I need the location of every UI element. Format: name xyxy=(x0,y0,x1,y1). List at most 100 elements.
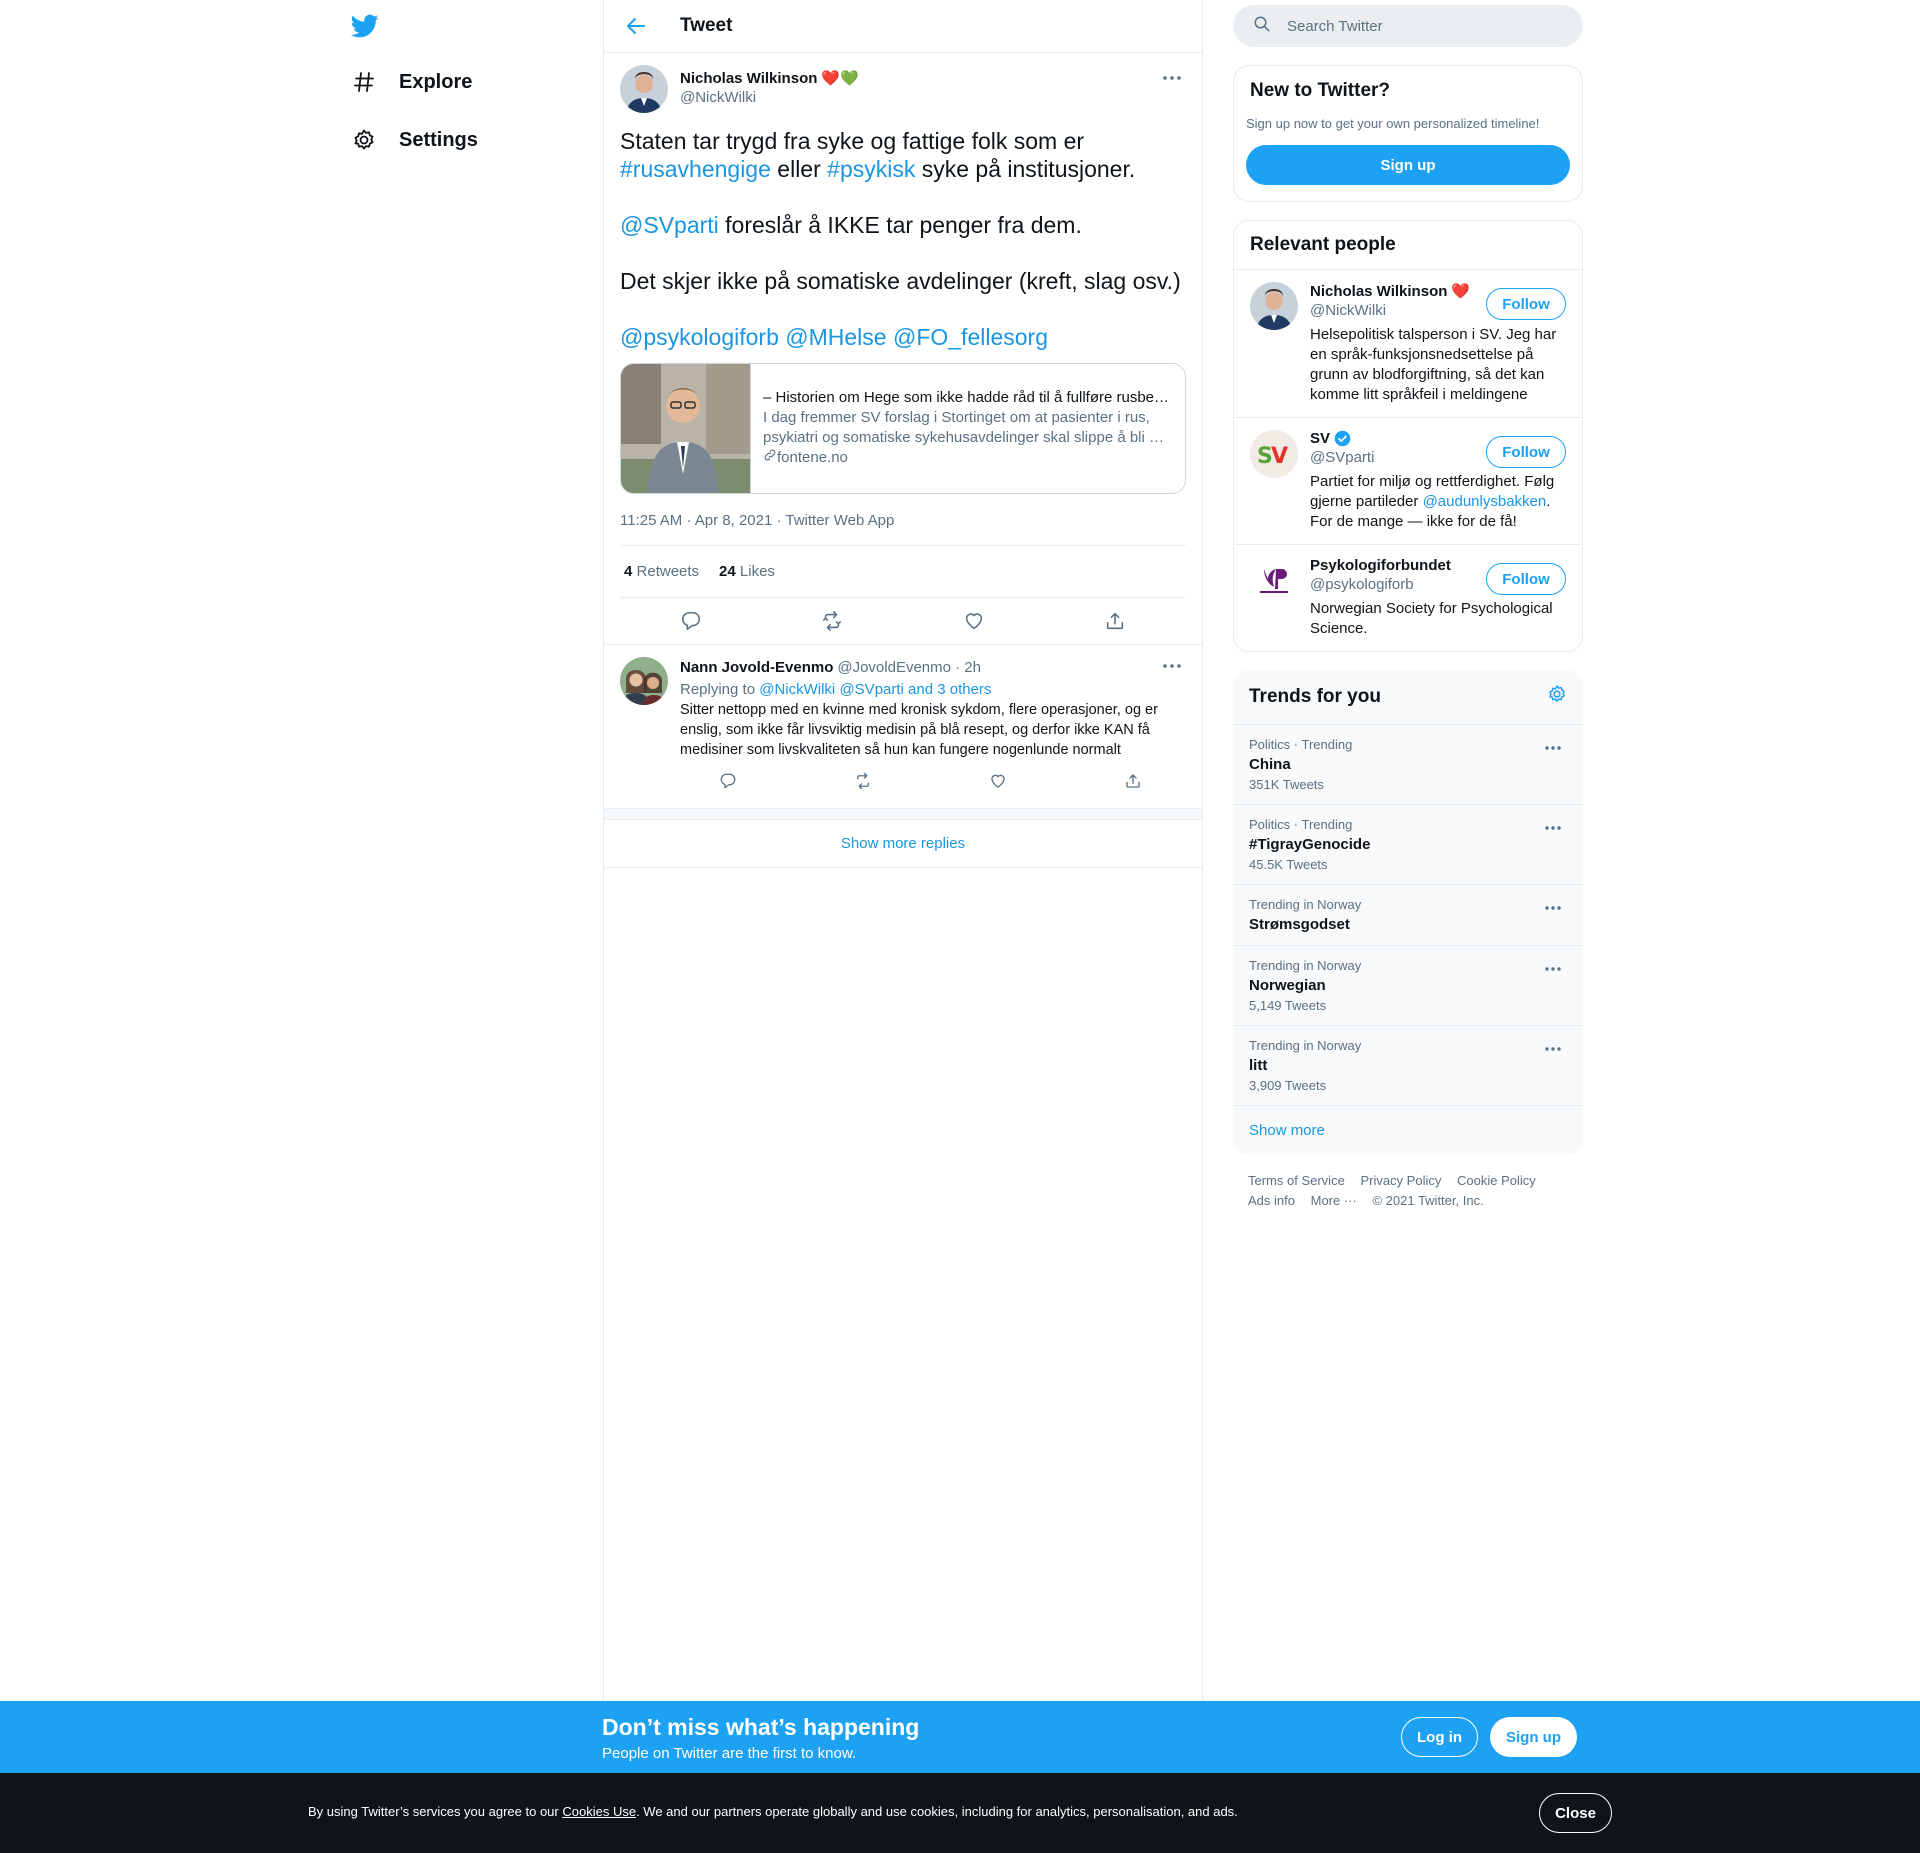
trend-item[interactable]: Politics · Trending #TigrayGenocide 45.5… xyxy=(1233,805,1583,885)
svg-text:V: V xyxy=(1271,444,1288,469)
more-options-icon[interactable] xyxy=(1160,657,1184,675)
retweet-icon[interactable] xyxy=(819,608,845,634)
retweets-count: 4 xyxy=(624,563,633,580)
privacy-link[interactable]: Privacy Policy xyxy=(1360,1173,1441,1188)
tweet-text-segment: Det skjer ikke på somatiske avdelinger (… xyxy=(620,268,1181,294)
more-link[interactable]: More ··· xyxy=(1311,1193,1357,1208)
trend-count: 351K Tweets xyxy=(1249,777,1324,792)
mention-link[interactable]: @FO_fellesorg xyxy=(893,324,1048,350)
person-name[interactable]: SV xyxy=(1310,430,1330,447)
promo-subtitle: People on Twitter are the first to know. xyxy=(602,1745,857,1762)
gear-icon xyxy=(351,127,377,153)
sign-up-button[interactable]: Sign up xyxy=(1490,1717,1577,1757)
reply-avatar[interactable] xyxy=(620,657,668,705)
person-card[interactable]: SV SV @SVparti Partiet for miljø og rett… xyxy=(1234,418,1582,545)
verified-badge-icon xyxy=(1334,430,1351,447)
person-card[interactable]: Nicholas Wilkinson ❤️ @NickWilki Helsepol… xyxy=(1234,270,1582,418)
mention-link[interactable]: @MHelse xyxy=(785,324,886,350)
show-more-replies-button[interactable]: Show more replies xyxy=(604,820,1202,868)
nav-settings-label: Settings xyxy=(399,128,478,151)
person-card[interactable]: Psykologiforbundet @psykologiforb Norweg… xyxy=(1234,545,1582,651)
tweet-text-segment: syke på institusjoner. xyxy=(915,156,1136,182)
share-icon[interactable] xyxy=(1102,608,1128,634)
retweets-stat[interactable]: 4 Retweets xyxy=(624,563,699,580)
tweet-text-segment: Staten tar trygd fra syke og fattige fol… xyxy=(620,128,1085,154)
replying-to: Replying to @NickWilki @SVparti and 3 ot… xyxy=(680,681,1180,698)
share-icon[interactable] xyxy=(1124,772,1142,794)
reply-actions xyxy=(660,772,1200,794)
nav-explore[interactable]: Explore xyxy=(351,60,472,104)
trend-count: 5,149 Tweets xyxy=(1249,998,1327,1013)
cookies-use-link[interactable]: Cookies Use xyxy=(562,1804,636,1819)
show-more-trends-link[interactable]: Show more xyxy=(1233,1106,1583,1155)
mention-link[interactable]: @SVparti xyxy=(620,212,719,238)
person-emoji: ❤️ xyxy=(1451,283,1471,300)
tweet-header: Nicholas Wilkinson ❤️💚 @NickWilki xyxy=(620,65,1186,113)
author-handle[interactable]: @NickWilki xyxy=(680,89,859,106)
more-options-icon[interactable] xyxy=(1541,960,1565,978)
trend-item[interactable]: Politics · Trending China 351K Tweets xyxy=(1233,725,1583,805)
cookie-policy-link[interactable]: Cookie Policy xyxy=(1457,1173,1536,1188)
psykologiforbundet-logo-avatar[interactable] xyxy=(1250,557,1298,605)
follow-button[interactable]: Follow xyxy=(1486,436,1566,468)
gear-icon[interactable] xyxy=(1547,684,1567,710)
more-options-icon[interactable] xyxy=(1541,1040,1565,1058)
trend-item[interactable]: Trending in Norway Norwegian 5,149 Tweet… xyxy=(1233,946,1583,1026)
show-more-label: Show more xyxy=(1249,1122,1325,1139)
tweet-text-segment: eller xyxy=(770,156,828,182)
ads-info-link[interactable]: Ads info xyxy=(1248,1193,1295,1208)
log-in-button[interactable]: Log in xyxy=(1401,1717,1478,1757)
avatar[interactable] xyxy=(1250,282,1298,330)
cookie-text-a: By using Twitter’s services you agree to… xyxy=(308,1804,563,1819)
trend-item[interactable]: Trending in Norway litt 3,909 Tweets xyxy=(1233,1026,1583,1106)
more-options-icon[interactable] xyxy=(1541,739,1565,757)
nav-settings[interactable]: Settings xyxy=(351,118,478,162)
new-to-twitter-subtitle: Sign up now to get your own personalized… xyxy=(1246,116,1540,131)
person-bio: Partiet for miljø og rettferdighet. Følg… xyxy=(1310,472,1560,532)
reply-text: Sitter nettopp med en kvinne med kronisk… xyxy=(680,702,1158,758)
trend-item[interactable]: Trending in Norway Strømsgodset xyxy=(1233,885,1583,946)
like-icon[interactable] xyxy=(961,608,987,634)
likes-label: Likes xyxy=(739,563,775,580)
search-input[interactable]: Search Twitter xyxy=(1233,5,1583,47)
mention-link[interactable]: @SVparti and 3 others xyxy=(839,681,991,698)
person-bio: Norwegian Society for Psychological Scie… xyxy=(1310,600,1553,637)
person-name[interactable]: Psykologiforbundet xyxy=(1310,557,1451,574)
likes-stat[interactable]: 24 Likes xyxy=(719,563,775,580)
reply-author-handle[interactable]: @JovoldEvenmo · 2h xyxy=(837,659,981,676)
close-button[interactable]: Close xyxy=(1539,1793,1612,1833)
person-name[interactable]: Nicholas Wilkinson xyxy=(1310,283,1447,300)
mention-link[interactable]: @audunlysbakken xyxy=(1423,493,1547,510)
author-name[interactable]: Nicholas Wilkinson xyxy=(680,70,817,87)
reply-tweet[interactable]: Nann Jovold-Evenmo @JovoldEvenmo · 2h Rep… xyxy=(604,644,1202,808)
mention-link[interactable]: @NickWilki xyxy=(759,681,835,698)
follow-button[interactable]: Follow xyxy=(1486,563,1566,595)
more-options-icon[interactable] xyxy=(1541,819,1565,837)
reply-author-name[interactable]: Nann Jovold-Evenmo xyxy=(680,659,833,676)
more-options-icon[interactable] xyxy=(1160,69,1184,87)
sign-up-button[interactable]: Sign up xyxy=(1246,145,1570,185)
show-more-replies-label: Show more replies xyxy=(840,835,966,852)
more-options-icon[interactable] xyxy=(1541,899,1565,917)
new-to-twitter-box: New to Twitter? Sign up now to get your … xyxy=(1233,65,1583,202)
avatar[interactable] xyxy=(620,65,668,113)
back-arrow-icon[interactable] xyxy=(624,14,648,38)
terms-link[interactable]: Terms of Service xyxy=(1248,1173,1345,1188)
retweet-icon[interactable] xyxy=(854,772,872,794)
sv-logo-avatar[interactable]: SV xyxy=(1250,430,1298,478)
follow-button[interactable]: Follow xyxy=(1486,288,1566,320)
new-to-twitter-title: New to Twitter? xyxy=(1250,80,1391,101)
reply-icon[interactable] xyxy=(719,772,737,794)
reply-icon[interactable] xyxy=(678,608,704,634)
tweet-text: Staten tar trygd fra syke og fattige fol… xyxy=(620,127,1186,351)
relevant-people-box: Relevant people Nicholas Wilkinson ❤️ @Ni… xyxy=(1233,220,1583,652)
mention-link[interactable]: @psykologiforb xyxy=(620,324,779,350)
signup-promo-bar: Don’t miss what’s happening People on Tw… xyxy=(0,1701,1920,1773)
link-card[interactable]: – Historien om Hege som ikke hadde råd t… xyxy=(620,363,1186,494)
tweet-timestamp[interactable]: 11:25 AM · Apr 8, 2021 · Twitter Web App xyxy=(620,512,1186,546)
hashtag-link[interactable]: #psykisk xyxy=(827,156,915,182)
hashtag-link[interactable]: #rusavhengige xyxy=(620,156,771,182)
trend-name: litt xyxy=(1249,1057,1268,1074)
like-icon[interactable] xyxy=(989,772,1007,794)
twitter-logo-icon[interactable] xyxy=(349,12,381,40)
